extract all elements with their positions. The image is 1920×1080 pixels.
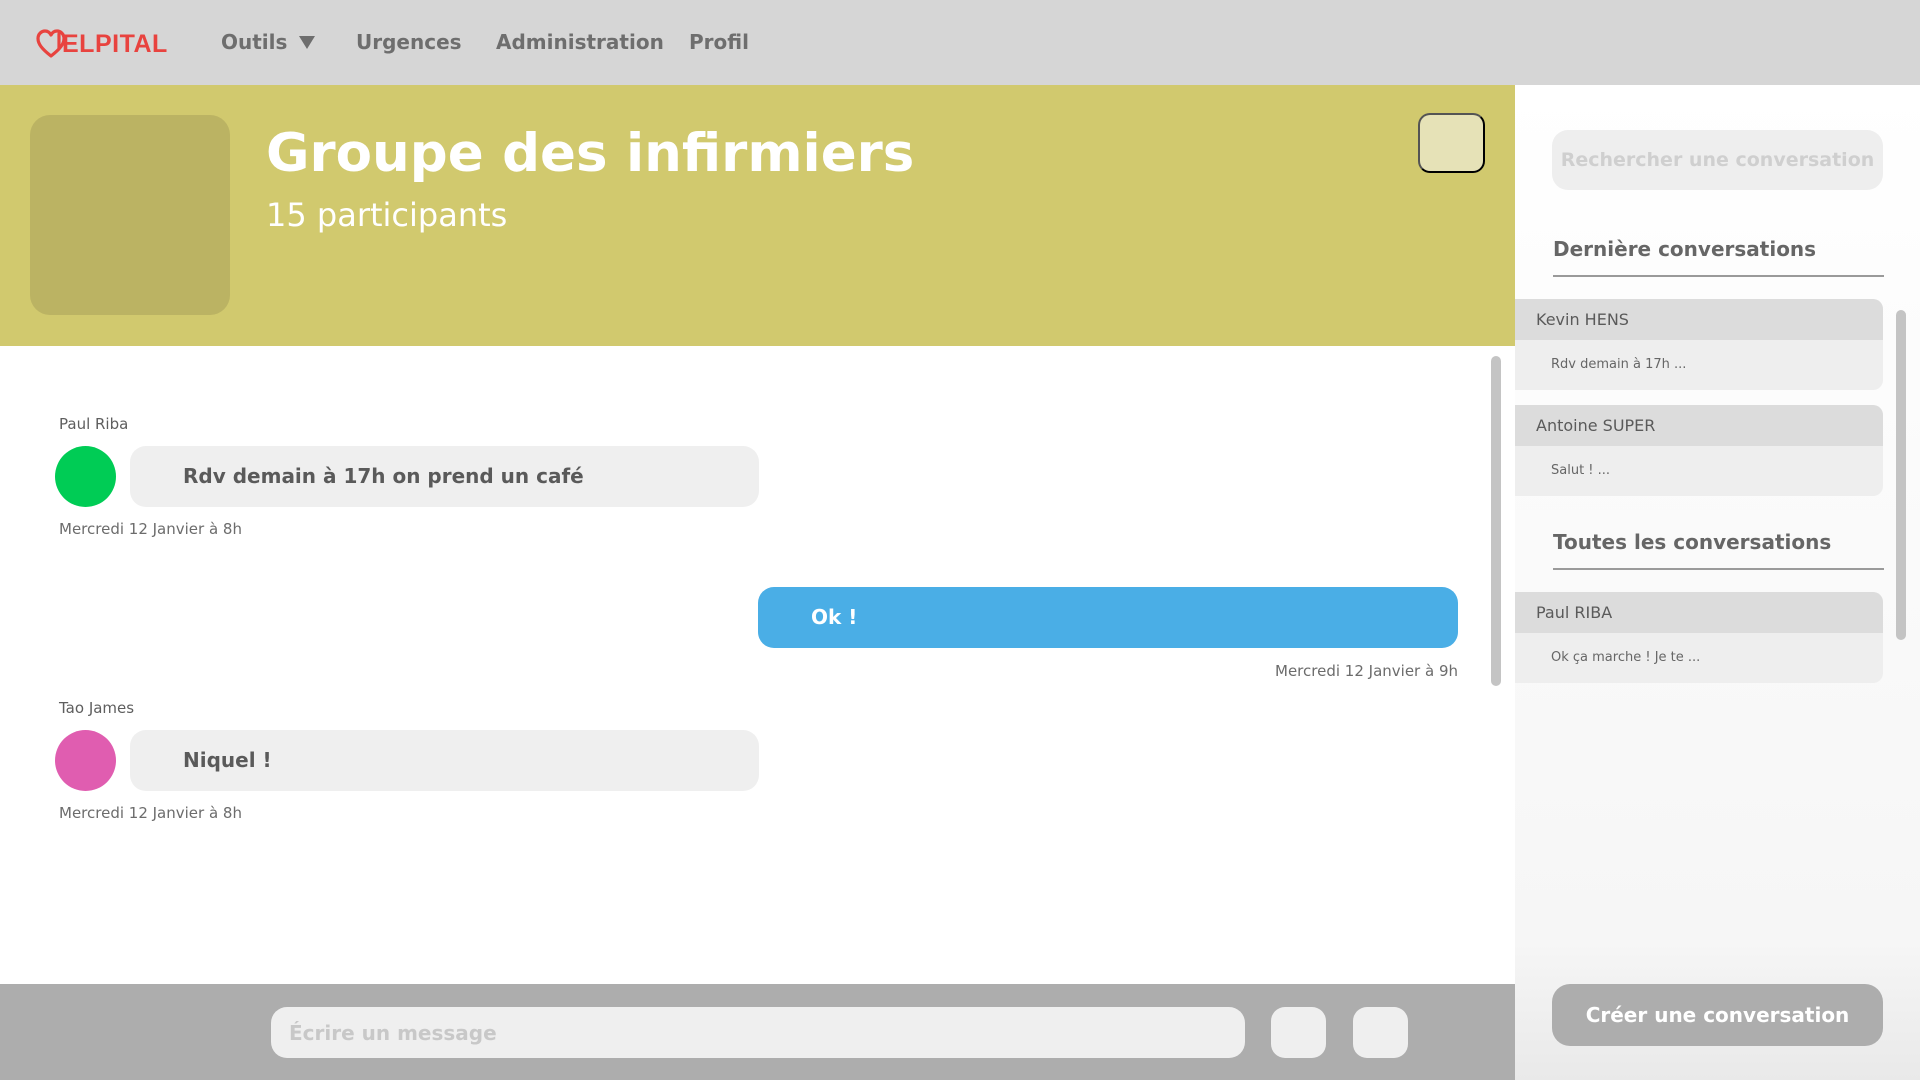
- group-header: Groupe des infirmiers 15 participants: [0, 85, 1515, 346]
- send-button[interactable]: [1353, 1007, 1408, 1058]
- nav-outils-label: Outils: [221, 30, 288, 54]
- message-sender: Paul Riba: [59, 415, 129, 433]
- logo-wordmark: ELPITAL: [62, 29, 168, 58]
- nav-urgences[interactable]: Urgences: [356, 28, 462, 56]
- message-timestamp: Mercredi 12 Janvier à 9h: [1275, 662, 1458, 680]
- conversation-name: Kevin HENS: [1515, 299, 1883, 340]
- message-thread: Paul Riba Rdv demain à 17h on prend un c…: [0, 346, 1515, 984]
- message-input[interactable]: [271, 1007, 1245, 1058]
- group-participants-count: 15 participants: [266, 196, 508, 234]
- message-sender: Tao James: [59, 699, 135, 717]
- conversation-name: Antoine SUPER: [1515, 405, 1883, 446]
- nav-outils[interactable]: Outils: [221, 28, 316, 56]
- conversations-sidebar: Dernière conversations Kevin HENS Rdv de…: [1515, 85, 1920, 1080]
- all-conversations-title: Toutes les conversations: [1553, 528, 1884, 570]
- recent-conversations-title: Dernière conversations: [1553, 235, 1884, 277]
- conversation-name: Paul RIBA: [1515, 592, 1883, 633]
- conversation-item[interactable]: Kevin HENS Rdv demain à 17h ...: [1515, 299, 1883, 390]
- message-bubble: Niquel !: [130, 730, 759, 791]
- sidebar-scrollbar[interactable]: [1896, 310, 1906, 640]
- conversation-item[interactable]: Paul RIBA Ok ça marche ! Je te ...: [1515, 592, 1883, 683]
- group-avatar: [30, 115, 230, 315]
- nav-profil[interactable]: Profil: [689, 28, 749, 56]
- conversation-preview: Ok ça marche ! Je te ...: [1551, 650, 1701, 665]
- conversation-search-input[interactable]: [1552, 130, 1883, 190]
- message-composer: [0, 984, 1515, 1080]
- messages-scrollbar[interactable]: [1491, 356, 1501, 686]
- message-timestamp: Mercredi 12 Janvier à 8h: [59, 520, 242, 538]
- create-conversation-button[interactable]: Créer une conversation: [1552, 984, 1883, 1046]
- message-bubble-outgoing: Ok !: [758, 587, 1458, 648]
- caret-down-icon: [299, 35, 316, 49]
- top-navigation: ELPITAL Outils Urgences Administration P…: [0, 0, 1920, 85]
- conversation-item[interactable]: Antoine SUPER Salut ! ...: [1515, 405, 1883, 496]
- nav-administration[interactable]: Administration: [496, 28, 664, 56]
- sender-avatar[interactable]: [55, 730, 116, 791]
- conversation-preview: Salut ! ...: [1551, 463, 1611, 478]
- app-logo[interactable]: ELPITAL: [36, 24, 168, 64]
- conversation-preview: Rdv demain à 17h ...: [1551, 357, 1687, 372]
- attach-button[interactable]: [1271, 1007, 1326, 1058]
- group-title: Groupe des infirmiers: [266, 123, 915, 184]
- sender-avatar[interactable]: [55, 446, 116, 507]
- message-bubble: Rdv demain à 17h on prend un café: [130, 446, 759, 507]
- message-timestamp: Mercredi 12 Janvier à 8h: [59, 804, 242, 822]
- group-options-button[interactable]: [1418, 113, 1485, 173]
